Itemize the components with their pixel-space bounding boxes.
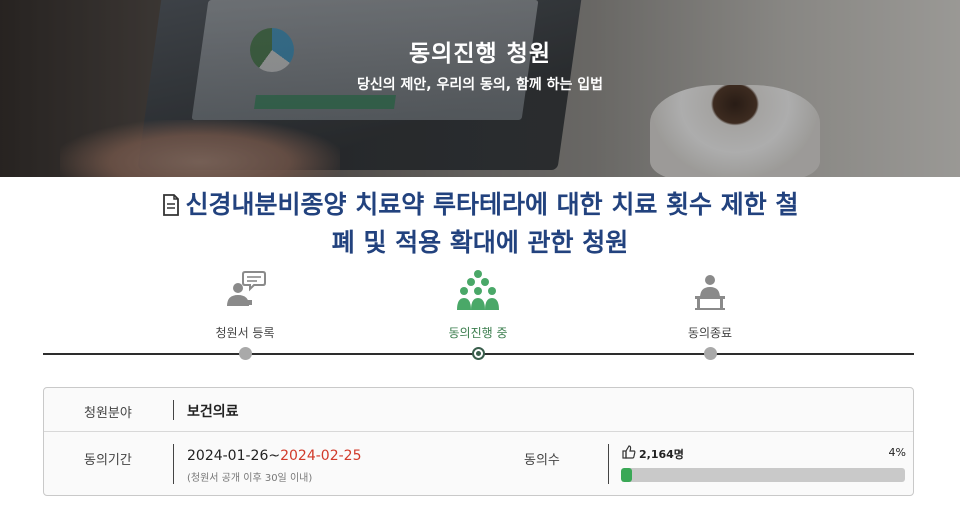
- agree-progress-fill: [621, 468, 633, 482]
- step-completed: 동의종료: [650, 268, 770, 341]
- field-label: 청원분야: [84, 406, 132, 421]
- hero-title: 동의진행 청원: [409, 41, 551, 67]
- info-row-field: 청원분야 보건의료: [44, 388, 913, 432]
- agree-count: 2,164명: [639, 447, 684, 461]
- agree-count-wrap: 2,164명: [622, 444, 684, 463]
- petition-title-line1: 신경내분비종양 치료약 루타테라에 대한 치료 횟수 제한 철: [185, 190, 799, 219]
- agree-percent: 4%: [888, 446, 906, 459]
- period-start: 2024-01-26: [187, 448, 269, 464]
- document-icon: [162, 190, 180, 225]
- podium-person-icon: [688, 268, 732, 312]
- petition-info-table: 청원분야 보건의료 동의기간 2024-01-26~2024-02-25 (청원…: [43, 387, 914, 496]
- group-people-icon: [456, 268, 500, 312]
- period-value: 2024-01-26~2024-02-25: [187, 448, 362, 464]
- period-label: 동의기간: [84, 453, 132, 468]
- step-label: 동의진행 중: [448, 326, 508, 340]
- field-value: 보건의료: [187, 404, 239, 420]
- agree-label: 동의수: [524, 453, 560, 468]
- hero-subtitle: 당신의 제안, 우리의 동의, 함께 하는 입법: [357, 77, 603, 93]
- step-dot-completed: [704, 347, 717, 360]
- step-label: 동의종료: [687, 326, 733, 340]
- thumbs-up-icon: [622, 444, 636, 463]
- period-note: (청원서 공개 이후 30일 이내): [187, 473, 313, 484]
- step-label: 청원서 등록: [215, 326, 275, 340]
- step-registration: 청원서 등록: [185, 268, 305, 341]
- step-in-progress: 동의진행 중: [418, 268, 538, 341]
- period-end: 2024-02-25: [280, 448, 362, 464]
- step-dot-registration: [239, 347, 252, 360]
- step-dot-in-progress: [472, 347, 485, 360]
- speaking-person-icon: [223, 268, 267, 312]
- petition-title-line2: 폐 및 적용 확대에 관한 청원: [331, 228, 629, 257]
- petition-title: 신경내분비종양 치료약 루타테라에 대한 치료 횟수 제한 철 폐 및 적용 확…: [100, 187, 860, 260]
- agree-progress-bar: [621, 468, 905, 482]
- hero-banner: 동의진행 청원 당신의 제안, 우리의 동의, 함께 하는 입법: [0, 0, 960, 177]
